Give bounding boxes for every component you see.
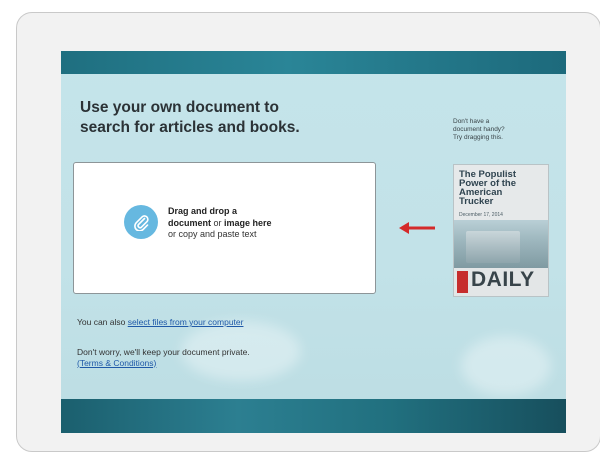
page-title: Use your own document to search for arti… — [80, 98, 380, 138]
terms-link[interactable]: (Terms & Conditions) — [77, 358, 250, 369]
title-line-2: search for articles and books. — [80, 119, 300, 136]
title-line-1: Use your own document to — [80, 99, 279, 116]
bottom-bar — [61, 399, 566, 433]
hint-line-3: Try dragging this. — [453, 134, 503, 141]
dropzone-line-1: Drag and drop a — [168, 206, 238, 216]
dropzone-document-label: document — [168, 217, 212, 228]
magazine-date: December 17, 2014 — [459, 212, 503, 218]
dropzone-image-label: image here — [224, 217, 272, 228]
magazine-headline: The Populist Power of the American Truck… — [459, 170, 547, 207]
dropzone-instructions: Drag and drop a document or image here o… — [168, 206, 338, 241]
magazine-logo-mark — [457, 271, 468, 293]
select-files-link[interactable]: select files from your computer — [128, 317, 244, 327]
privacy-text: Don't worry, we'll keep your document pr… — [77, 347, 250, 357]
background-blur — [461, 336, 551, 396]
select-files-prefix: You can also — [77, 317, 128, 327]
sample-document-hint: Don't have a document handy? Try draggin… — [453, 118, 553, 142]
screen: Use your own document to search for arti… — [61, 51, 566, 433]
top-bar — [61, 51, 566, 74]
paperclip-icon — [124, 205, 158, 239]
dropzone-or-label: or — [211, 217, 225, 228]
dropzone-line-3: or copy and paste text — [168, 229, 257, 239]
privacy-notice: Don't worry, we'll keep your document pr… — [77, 347, 250, 368]
dropzone-line-2: document or image here — [168, 218, 338, 230]
hint-line-1: Don't have a — [453, 118, 490, 125]
left-arrow-icon — [399, 222, 435, 234]
select-files-line: You can also select files from your comp… — [77, 317, 243, 327]
document-dropzone[interactable]: Drag and drop a document or image here o… — [73, 162, 376, 294]
truck-image — [466, 231, 520, 263]
magazine-masthead: DAILY — [471, 268, 535, 291]
hint-line-2: document handy? — [453, 126, 505, 133]
magazine-headline-line: Trucker — [459, 196, 494, 207]
sample-magazine-draggable[interactable]: The Populist Power of the American Truck… — [453, 164, 549, 297]
